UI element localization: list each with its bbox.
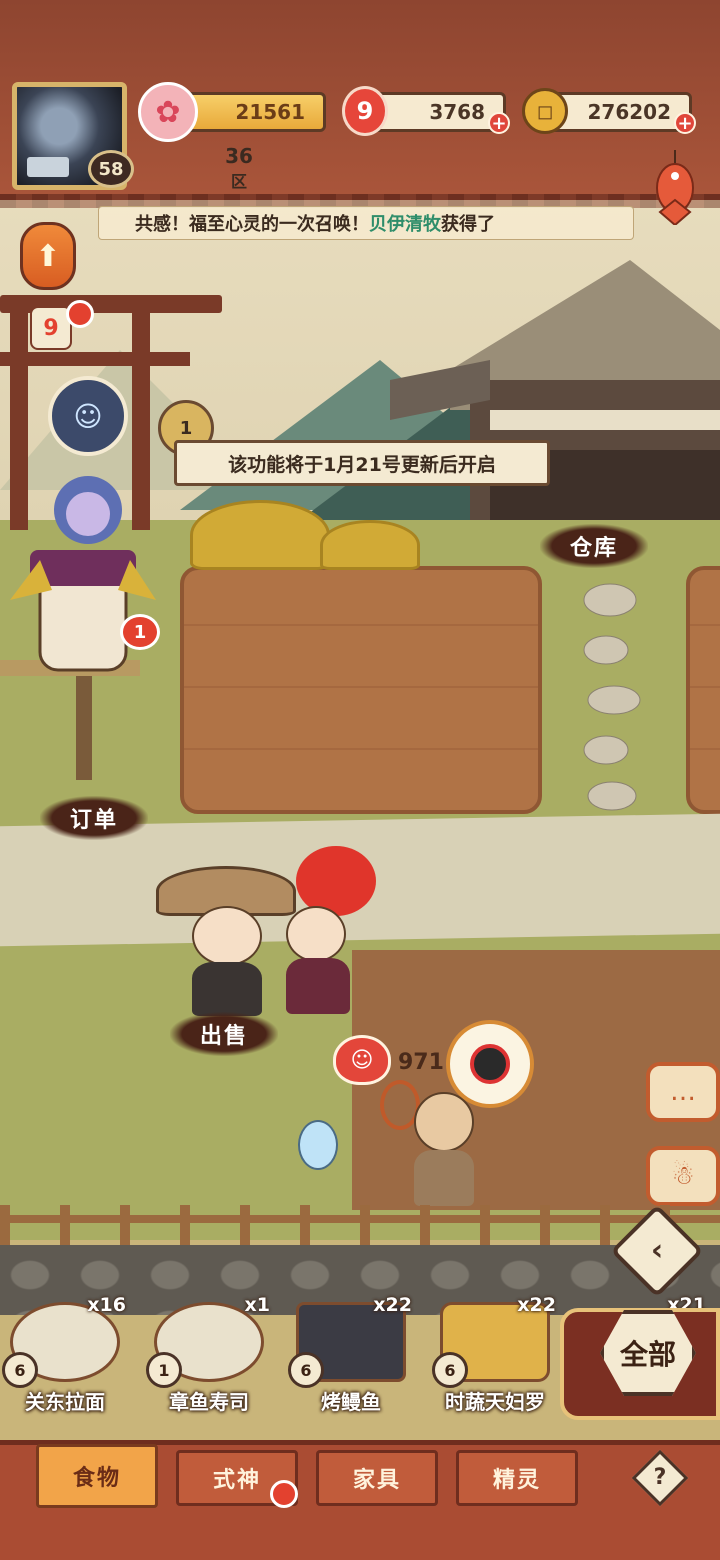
add-jade-button[interactable]: + [488,112,510,134]
inventory-item[interactable]: x22 6 烤鳗鱼 [286,1290,426,1430]
crop-field-plot[interactable] [180,566,542,814]
item-name: 时蔬天妇罗 [445,1390,545,1414]
firefly-spirit[interactable] [298,1120,338,1170]
heart-icon: ☺ [333,1035,391,1085]
item-level: 6 [432,1352,468,1388]
server-number: 36 [225,144,253,168]
item-quantity: x1 [244,1294,270,1316]
bug-catcher-character[interactable] [380,1080,490,1210]
inventory-item[interactable]: x1 1 章鱼寿司 [144,1290,284,1430]
item-level: 6 [2,1352,38,1388]
add-coin-button[interactable]: + [674,112,696,134]
sakura-currency-bar[interactable]: 21561 [178,92,326,132]
item-level: 6 [288,1352,324,1388]
chat-icon: … [670,1077,696,1107]
coin-icon: ◻ [522,88,568,134]
jade-magatama-icon: 9 [342,86,388,136]
notification-dot [270,1480,298,1508]
tab-furniture[interactable]: 家具 [316,1450,438,1506]
golden-bush [320,520,420,570]
notification-dot [66,300,94,328]
item-name: 关东拉面 [25,1390,105,1414]
fish-streamer-icon[interactable] [650,150,700,225]
ladybug-icon [470,1044,510,1084]
player-level-badge: 58 [88,150,134,188]
item-quantity: x22 [517,1294,556,1316]
spirit-button[interactable]: ☃ [646,1146,720,1206]
farmhouse [390,260,720,530]
chat-button[interactable]: … [646,1062,720,1122]
jade-currency-bar[interactable]: 3768 [372,92,506,132]
inventory-item[interactable]: x22 6 时蔬天妇罗 [430,1290,570,1430]
sell-label[interactable]: 出售 [170,1012,279,1056]
sakura-icon: ✿ [138,82,198,142]
help-icon: ? [653,1465,667,1490]
jade-currency-value: 3768 [429,100,485,124]
shikigami-portrait[interactable]: ☺ [48,376,128,456]
orders-count-badge: 1 [120,614,160,650]
sakura-currency-value: 21561 [235,100,305,124]
server-indicator: 36 区 [200,136,278,200]
announcement-marquee: 共感！福至心灵的一次召唤！ 贝伊清牧 获得了 [98,206,634,240]
marquee-prefix: 共感！福至心灵的一次召唤！ [135,214,369,235]
item-quantity: x22 [373,1294,412,1316]
golden-bush [190,500,330,570]
crop-field-plot-edge[interactable] [686,566,720,814]
server-suffix: 区 [230,172,247,191]
torii-beam [0,352,190,366]
item-level: 1 [146,1352,182,1388]
item-name: 章鱼寿司 [169,1390,249,1414]
stepping-stones [583,583,641,811]
back-chevron-icon: ‹ [650,1233,664,1268]
marquee-player-name: 贝伊清牧 [369,214,441,235]
affection-count: 971 [398,1050,444,1075]
upgrade-lantern-button[interactable]: ⬆ [20,222,76,290]
spirit-icon: ☃ [671,1161,695,1191]
tab-spirits[interactable]: 精灵 [456,1450,578,1506]
coin-currency-value: 276202 [587,100,672,124]
item-quantity: x16 [87,1294,126,1316]
merchant-characters[interactable] [156,846,396,1016]
feature-notice-banner: 该功能将于1月21号更新后开启 [174,440,550,486]
inventory-item[interactable]: x16 6 关东拉面 [0,1290,140,1430]
item-name: 烤鳗鱼 [321,1390,381,1414]
marquee-suffix: 获得了 [441,214,495,235]
game-scene: 58 21561 ✿ 3768 9 + 276202 ◻ + 36 区 共感！福… [0,0,720,1560]
arrow-up-icon: ⬆ [35,238,61,274]
orders-label[interactable]: 订单 [40,796,149,840]
wooden-fence [0,1205,720,1245]
tab-food[interactable]: 食物 [36,1444,158,1508]
